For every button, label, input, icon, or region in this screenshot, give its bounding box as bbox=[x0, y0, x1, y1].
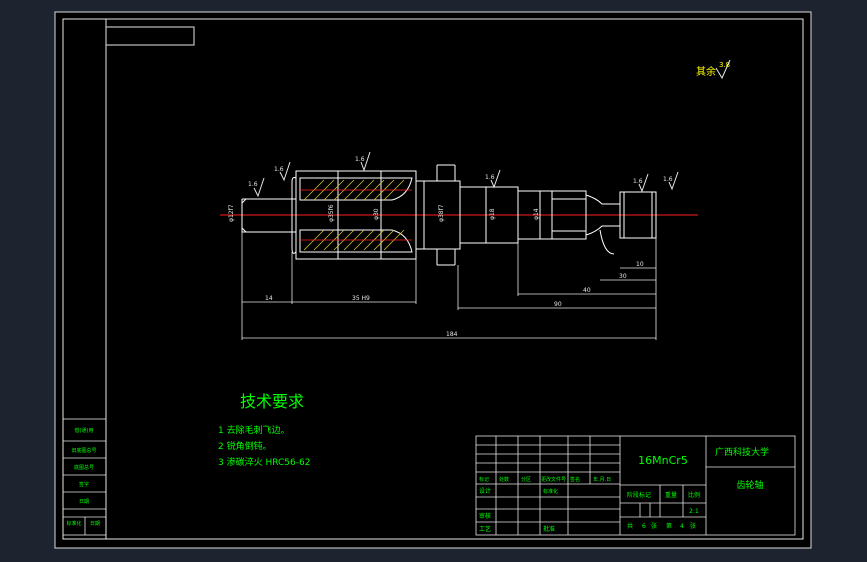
col-header-count: 处数 bbox=[499, 476, 509, 483]
general-roughness-value: 3.8 bbox=[719, 61, 730, 69]
dimension-184: 184 bbox=[446, 331, 458, 338]
diameter-label-5: φ18 bbox=[489, 208, 496, 220]
stage-mark-label: 阶段标记 bbox=[627, 491, 651, 499]
process-label: 工艺 bbox=[479, 525, 491, 533]
scale-value: 2:1 bbox=[689, 508, 699, 515]
approve-label: 批准 bbox=[543, 525, 555, 533]
tech-requirement-2: 2 锐角倒钝。 bbox=[218, 440, 272, 452]
diameter-label-1: φ12f7 bbox=[228, 204, 235, 222]
col-header-mark: 标记 bbox=[479, 476, 489, 483]
dimension-40: 40 bbox=[583, 287, 591, 294]
diameter-label-4: φ38f7 bbox=[438, 204, 445, 222]
tech-requirement-1: 1 去除毛刺飞边。 bbox=[218, 424, 290, 436]
left-strip-row-4: 签字 bbox=[79, 481, 89, 488]
part-name: 齿轮轴 bbox=[736, 479, 763, 491]
dimension-90: 90 bbox=[554, 301, 562, 308]
tech-requirement-3: 3 渗碳淬火 HRC56-62 bbox=[218, 456, 310, 468]
left-strip-row-3: 底图总号 bbox=[74, 464, 94, 471]
material-label: 16MnCr5 bbox=[638, 454, 688, 467]
roughness-value-4: 1.6 bbox=[485, 174, 495, 181]
scale-label: 比例 bbox=[688, 491, 700, 499]
design-label: 设计 bbox=[479, 487, 491, 495]
sheet-total: 6 bbox=[642, 523, 646, 530]
left-strip-row-5: 日期 bbox=[79, 499, 89, 505]
sheet-current: 4 bbox=[680, 523, 684, 530]
dimension-14: 14 bbox=[265, 295, 273, 302]
general-roughness-label: 其余 bbox=[696, 65, 716, 78]
roughness-value-6: 1.6 bbox=[663, 176, 673, 183]
col-header-date: 年.月.日 bbox=[593, 476, 611, 483]
diameter-label-6: φ14 bbox=[533, 208, 540, 220]
col-header-signature: 签名 bbox=[570, 476, 580, 483]
left-strip-row-6: 标准化 bbox=[66, 520, 81, 527]
dimension-35: 35 H9 bbox=[352, 295, 370, 302]
roughness-value-5: 1.6 bbox=[633, 178, 643, 185]
paper-outer-frame bbox=[54, 11, 812, 549]
left-strip-row-2: 旧底图总号 bbox=[71, 447, 96, 454]
sheet-total-prefix: 共 bbox=[627, 522, 633, 530]
left-strip-extra: 日期 bbox=[90, 521, 100, 527]
roughness-value-1: 1.6 bbox=[248, 181, 258, 188]
sheet-total-suffix: 张 bbox=[651, 522, 657, 530]
roughness-value-2: 1.6 bbox=[274, 166, 284, 173]
dimension-30: 30 bbox=[619, 273, 627, 280]
weight-label: 重量 bbox=[665, 491, 677, 499]
diameter-label-2: φ35f6 bbox=[328, 204, 335, 222]
sheet-current-suffix: 张 bbox=[690, 522, 696, 530]
school-name: 广西科技大学 bbox=[715, 446, 769, 458]
cad-drawing-sheet: 其余 3.8 φ12f7 φ35f6 φ30 φ38f7 φ18 φ14 1.6… bbox=[54, 11, 812, 549]
left-strip-row-1: 借(通)用 bbox=[75, 427, 94, 434]
col-header-zone: 分区 bbox=[521, 476, 531, 483]
sheet-current-prefix: 第 bbox=[666, 522, 672, 530]
roughness-value-3: 1.6 bbox=[355, 156, 365, 163]
review-label: 审核 bbox=[479, 512, 491, 520]
col-header-change-doc: 更改文件号 bbox=[541, 476, 566, 483]
standardize-label: 标准化 bbox=[543, 488, 558, 495]
dimension-10: 10 bbox=[636, 261, 644, 268]
tech-requirements-title: 技术要求 bbox=[240, 392, 304, 411]
diameter-label-3: φ30 bbox=[373, 208, 380, 220]
